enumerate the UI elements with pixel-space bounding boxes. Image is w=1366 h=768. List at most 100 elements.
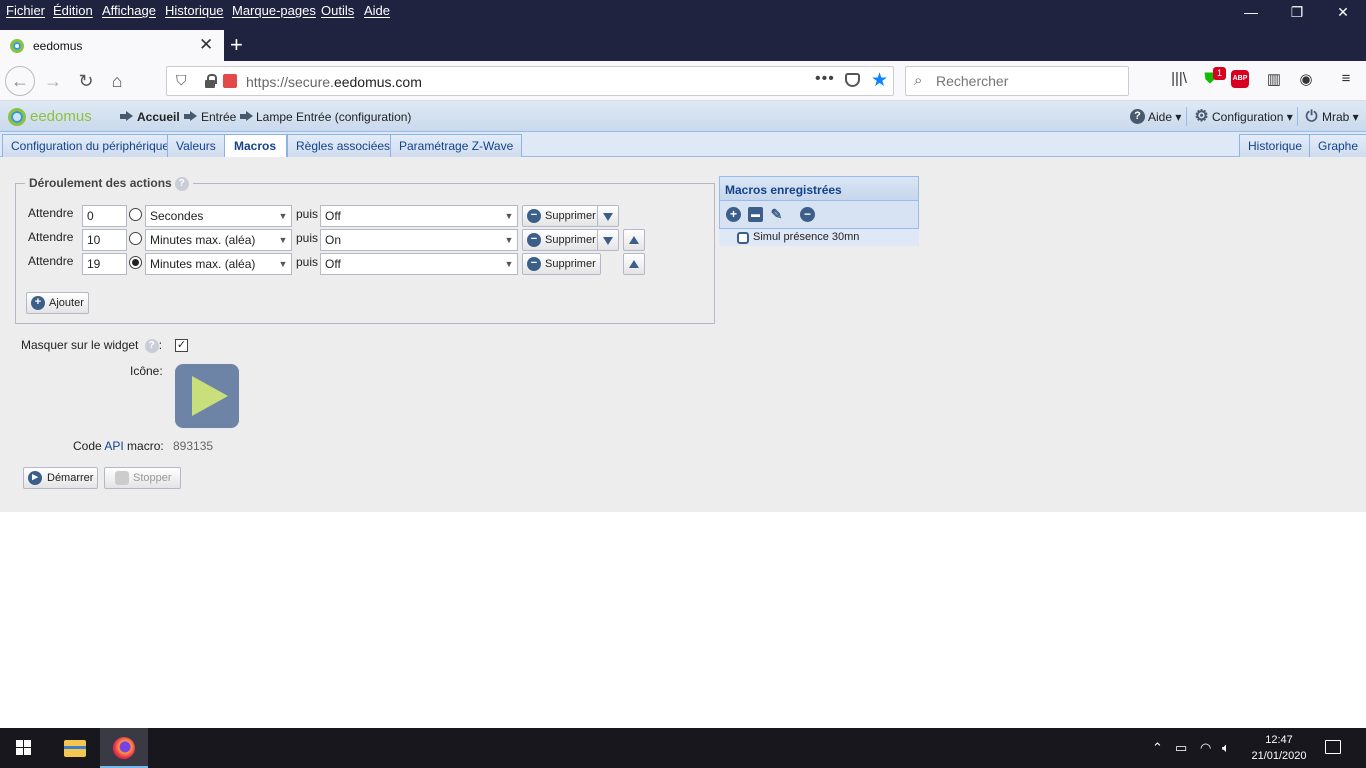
menu-outils[interactable]: Outils: [321, 3, 354, 18]
page-actions-icon[interactable]: •••: [815, 70, 835, 88]
help-icon[interactable]: ?: [174, 176, 189, 191]
unit-radio[interactable]: [129, 208, 142, 221]
file-explorer-icon[interactable]: [64, 740, 86, 757]
menu-affichage[interactable]: Affichage: [102, 3, 156, 18]
play-icon[interactable]: [175, 364, 239, 428]
tab-configuration[interactable]: Configuration du périphérique: [2, 134, 179, 157]
clock[interactable]: 12:47 21/01/2020: [1250, 732, 1308, 764]
tab-regles[interactable]: Règles associées: [287, 134, 400, 157]
adblock-label: ABP: [1231, 70, 1249, 88]
pencil-icon[interactable]: ✎: [769, 207, 784, 222]
lock-icon[interactable]: [204, 73, 217, 88]
reload-icon[interactable]: ↻: [73, 69, 99, 95]
delete-button-label: Supprimer: [545, 258, 596, 270]
move-up-button[interactable]: [623, 253, 645, 275]
pocket-icon[interactable]: [845, 73, 860, 87]
unit-radio[interactable]: [129, 232, 142, 245]
remove-icon[interactable]: −: [800, 207, 815, 222]
add-icon[interactable]: +: [726, 207, 741, 222]
restore-button[interactable]: ❐: [1274, 4, 1320, 26]
value-select[interactable]: Off ▼: [320, 205, 518, 227]
configuration-menu[interactable]: Configuration ▾: [1212, 110, 1293, 124]
move-down-button[interactable]: [597, 229, 619, 251]
breadcrumb-accueil[interactable]: Accueil: [137, 110, 180, 124]
delete-button[interactable]: − Supprimer: [522, 205, 601, 227]
bookmark-star-icon[interactable]: ★: [871, 69, 888, 92]
tab-zwave[interactable]: Paramétrage Z-Wave: [390, 134, 523, 157]
battery-icon[interactable]: ▭: [1175, 740, 1187, 756]
menu-aide[interactable]: Aide: [364, 3, 390, 18]
sidebar-icon[interactable]: ▥: [1263, 70, 1285, 92]
notification-center-icon[interactable]: [1325, 740, 1341, 754]
start-button[interactable]: ▸ Démarrer: [23, 467, 99, 489]
unit-select[interactable]: Minutes max. (aléa) ▼: [145, 229, 292, 251]
windows-start-icon[interactable]: [16, 740, 32, 756]
wait-input[interactable]: 19: [82, 253, 127, 275]
url-text[interactable]: https://secure.eedomus.com: [246, 74, 422, 90]
home-icon[interactable]: ⌂: [104, 69, 130, 95]
move-down-button[interactable]: [597, 205, 619, 227]
unit-radio-selected[interactable]: [129, 256, 142, 269]
wifi-icon[interactable]: ◠: [1200, 740, 1211, 756]
close-tab-icon[interactable]: ✕: [199, 35, 213, 55]
minimize-button[interactable]: —: [1228, 4, 1274, 26]
breadcrumb-entree[interactable]: Entrée: [201, 110, 236, 124]
unit-select[interactable]: Minutes max. (aléa) ▼: [145, 253, 292, 275]
new-tab-icon[interactable]: +: [230, 32, 243, 58]
tab-macros[interactable]: Macros: [224, 134, 288, 158]
forward-arrow-icon[interactable]: →: [40, 69, 66, 95]
back-arrow-icon[interactable]: ←: [5, 66, 35, 96]
volume-icon[interactable]: 🔈︎: [1222, 740, 1230, 756]
adblock-icon[interactable]: ABP: [1231, 70, 1253, 92]
move-up-button[interactable]: [623, 229, 645, 251]
wait-input[interactable]: 10: [82, 229, 127, 251]
help-icon[interactable]: ?: [1130, 109, 1145, 124]
help-icon[interactable]: ?: [144, 338, 159, 353]
value-select[interactable]: Off ▼: [320, 253, 518, 275]
mask-widget-checkbox[interactable]: ✓: [175, 339, 188, 352]
browser-tab[interactable]: eedomus ✕: [0, 30, 224, 61]
add-action-button[interactable]: + Ajouter: [26, 292, 89, 314]
help-menu[interactable]: Aide ▾: [1148, 110, 1181, 124]
library-icon[interactable]: |||\: [1168, 70, 1190, 92]
chevron-down-icon[interactable]: ▼: [501, 206, 517, 226]
close-window-button[interactable]: ✕: [1320, 4, 1366, 26]
delete-button[interactable]: − Supprimer: [522, 229, 601, 251]
then-label: puis: [296, 207, 319, 221]
app-logo[interactable]: eedomus: [30, 108, 92, 125]
menu-marque-pages[interactable]: Marque-pages: [232, 3, 316, 18]
account-icon[interactable]: ◉: [1295, 70, 1317, 92]
macro-checkbox[interactable]: [737, 232, 749, 244]
chevron-down-icon[interactable]: ▼: [275, 230, 291, 250]
wait-input[interactable]: 0: [82, 205, 127, 227]
chevron-down-icon[interactable]: ▼: [501, 230, 517, 250]
unit-select[interactable]: Secondes ▼: [145, 205, 292, 227]
tab-valeurs[interactable]: Valeurs: [167, 134, 225, 157]
delete-button[interactable]: − Supprimer: [522, 253, 601, 275]
menu-historique[interactable]: Historique: [165, 3, 224, 18]
mask-widget-label: Masquer sur le widget ?:: [21, 338, 163, 353]
search-bar[interactable]: ⌕: [905, 66, 1129, 96]
chevron-down-icon[interactable]: ▼: [501, 254, 517, 274]
user-menu[interactable]: Mrab ▾: [1322, 110, 1359, 124]
firefox-taskbar-button[interactable]: [100, 728, 148, 768]
power-icon[interactable]: ⏻: [1304, 109, 1319, 124]
chevron-down-icon[interactable]: ▼: [275, 206, 291, 226]
search-input[interactable]: [936, 73, 1116, 89]
menu-edition[interactable]: Édition: [53, 3, 93, 18]
gear-icon[interactable]: ⚙: [1194, 109, 1209, 125]
hamburger-menu-icon[interactable]: ≡: [1335, 70, 1357, 92]
stop-button[interactable]: Stopper: [104, 467, 181, 489]
save-icon[interactable]: ▬: [748, 207, 763, 222]
tab-graphe[interactable]: Graphe: [1309, 134, 1366, 157]
chevron-up-icon[interactable]: ⌃: [1152, 740, 1163, 756]
api-link[interactable]: API: [104, 439, 123, 453]
value-select[interactable]: On ▼: [320, 229, 518, 251]
saved-macro-item[interactable]: Simul présence 30mn: [719, 229, 919, 246]
menu-fichier[interactable]: Fichier: [6, 3, 45, 18]
url-bar[interactable]: ⛉ https://secure.eedomus.com ••• ★: [166, 66, 894, 96]
tab-historique[interactable]: Historique: [1239, 134, 1312, 157]
chevron-down-icon[interactable]: ▼: [275, 254, 291, 274]
permission-icon[interactable]: [223, 74, 237, 88]
tracking-shield-icon[interactable]: ⛉: [176, 72, 187, 89]
